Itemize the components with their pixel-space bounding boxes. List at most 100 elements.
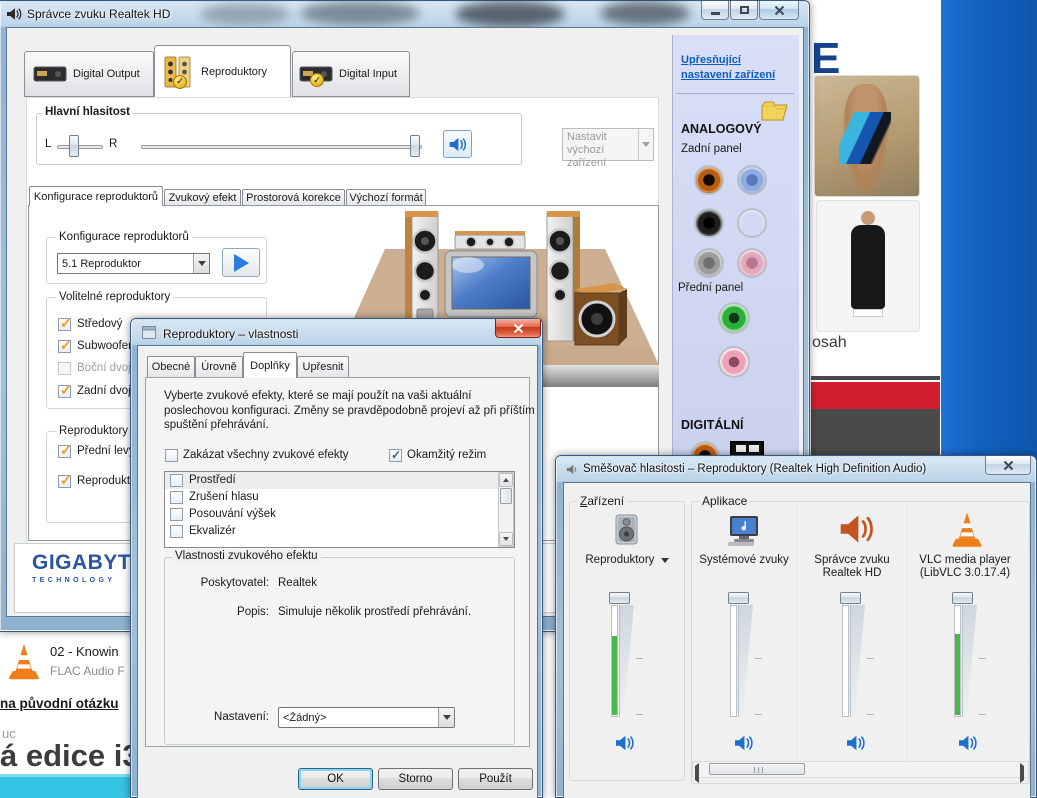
mixer-close-button[interactable] [985, 456, 1031, 475]
slider-tick [636, 658, 643, 659]
volume-slider-thumb[interactable] [840, 592, 861, 604]
folder-icon[interactable] [760, 100, 790, 122]
effect-label[interactable]: Prostředí [189, 474, 236, 486]
jack-front-pink[interactable] [720, 348, 748, 376]
apps-scrollbar[interactable] [692, 761, 1029, 783]
scroll-down-button[interactable] [499, 532, 513, 546]
disable-all-effects-label[interactable]: Zakázat všechny zvukové efekty [183, 449, 349, 461]
volume-slider-thumb[interactable] [609, 592, 630, 604]
effect-checkbox[interactable] [170, 491, 183, 504]
device-tab-digital-output[interactable]: Digital Output [24, 51, 154, 97]
effect-label[interactable]: Zrušení hlasu [189, 491, 259, 503]
device-name[interactable]: Reproduktory [585, 554, 654, 566]
jack-rear-black[interactable] [696, 210, 722, 236]
vlc-download-item[interactable]: 02 - Knowin FLAC Audio F [4, 640, 130, 688]
tab-konfigurace-reproduktoru[interactable]: Konfigurace reproduktorů [29, 186, 163, 206]
device-tab-digital-input[interactable]: ✓ Digital Input [292, 51, 410, 97]
column-separator [907, 503, 908, 761]
checkbox-reproduktor[interactable]: ✓ [58, 472, 72, 488]
figure-head [861, 211, 875, 225]
main-volume-slider-track[interactable] [141, 145, 422, 149]
checkbox-predni-levy[interactable]: ✓ [58, 442, 72, 458]
set-default-dropdown-segment[interactable] [638, 129, 653, 160]
effect-label[interactable]: Posouvání výšek [189, 508, 276, 520]
test-play-button[interactable] [222, 248, 260, 277]
minimize-button[interactable] [701, 1, 729, 20]
jack-rear-blue[interactable] [739, 167, 765, 193]
tab-prostorova-korekce[interactable]: Prostorová korekce [242, 189, 345, 206]
level-meter [730, 605, 737, 717]
apply-button[interactable]: Použít [458, 768, 533, 790]
close-button[interactable] [759, 1, 799, 20]
list-scrollbar[interactable] [498, 472, 514, 547]
mute-button[interactable] [955, 732, 981, 754]
jack-rear-pink[interactable] [739, 250, 765, 276]
effects-listbox[interactable]: Prostředí Zrušení hlasu Posouvání výšek … [164, 471, 515, 548]
list-item[interactable]: Posouvání výšek [165, 506, 514, 523]
scrollbar-thumb[interactable] [500, 488, 512, 504]
effect-checkbox[interactable] [170, 474, 183, 487]
product-photo-1[interactable] [814, 75, 920, 197]
list-item[interactable]: Zrušení hlasu [165, 489, 514, 506]
scroll-up-button[interactable] [499, 473, 513, 487]
jack-rear-gray[interactable] [696, 250, 722, 276]
mute-button[interactable] [731, 732, 757, 754]
volume-slider-thumb[interactable] [952, 592, 973, 604]
maximize-button[interactable] [730, 1, 758, 20]
setting-select[interactable]: <Žádný> [278, 707, 455, 728]
list-item[interactable]: Ekvalizér [165, 523, 514, 540]
immediate-mode-label[interactable]: Okamžitý režim [407, 449, 486, 461]
scroll-left-button[interactable] [695, 763, 699, 783]
jack-front-green[interactable] [720, 304, 748, 332]
tab-obecne[interactable]: Obecné [147, 356, 195, 377]
download-item-title[interactable]: 02 - Knowin [50, 644, 119, 659]
checkbox-label[interactable]: Subwoofer [77, 340, 132, 352]
effect-checkbox[interactable] [170, 525, 183, 538]
scrollbar-thumb[interactable] [709, 763, 805, 775]
checkbox-label[interactable]: Přední levý [77, 445, 135, 457]
main-volume-slider-thumb[interactable] [410, 135, 420, 157]
dialog-close-button[interactable] [495, 319, 541, 338]
digital-device-icon [33, 63, 67, 85]
tab-vychozi-format[interactable]: Výchozí formát [346, 189, 426, 206]
checkbox-zadni-dvojice[interactable]: ✓ [58, 382, 72, 398]
immediate-mode-checkbox[interactable]: ✓ [389, 448, 402, 462]
ok-button[interactable]: OK [298, 768, 373, 790]
jack-rear-orange[interactable] [696, 167, 722, 193]
scroll-right-button[interactable] [1020, 763, 1024, 783]
background-link-fragment[interactable]: na původní otázku [0, 696, 130, 711]
checkbox-label[interactable]: Středový [77, 318, 122, 330]
device-tab-reproduktory[interactable]: ✓ Reproduktory [154, 45, 291, 97]
speaker-config-select[interactable]: 5.1 Reproduktor [57, 253, 210, 274]
advanced-settings-link[interactable]: Upřesňující nastavení zařízení [681, 53, 789, 83]
balance-slider-thumb[interactable] [69, 135, 79, 157]
chevron-down-icon[interactable] [438, 708, 454, 727]
mute-button[interactable] [612, 732, 638, 754]
device-column-label[interactable]: Reproduktory [569, 554, 685, 567]
effect-properties-group-label: Vlastnosti zvukového efektu [172, 550, 321, 562]
chevron-down-icon[interactable] [193, 254, 209, 273]
tab-upresnit[interactable]: Upřesnit [297, 356, 349, 377]
checkbox-label[interactable]: Reprodukt [77, 475, 130, 487]
product-photo-2[interactable] [816, 200, 920, 332]
tab-zvukovy-efekt[interactable]: Zvukový efekt [164, 189, 241, 206]
set-default-device-button[interactable]: Nastavit výchozí zařízení [562, 128, 654, 169]
cancel-button[interactable]: Storno [378, 768, 453, 790]
checkbox-label[interactable]: Zadní dvoji [77, 385, 133, 397]
jack-rear-green[interactable] [739, 210, 765, 236]
mute-button[interactable] [843, 732, 869, 754]
minimize-icon [710, 11, 720, 15]
balance-slider-track[interactable] [57, 145, 103, 149]
disable-all-effects-checkbox[interactable] [165, 449, 178, 462]
effect-label[interactable]: Ekvalizér [189, 525, 236, 537]
volume-slider-thumb[interactable] [728, 592, 749, 604]
checkbox-subwoofer[interactable]: ✓ [58, 337, 72, 353]
play-icon [233, 253, 249, 272]
mute-toggle-button[interactable] [443, 130, 472, 158]
app-column-label: VLC media player (LibVLC 3.0.17.4) [919, 554, 1011, 579]
tab-urovne[interactable]: Úrovně [195, 356, 243, 377]
list-item[interactable]: Prostředí [165, 472, 514, 489]
effect-checkbox[interactable] [170, 508, 183, 521]
tab-doplnky[interactable]: Doplňky [243, 352, 297, 378]
checkbox-stredovy[interactable]: ✓ [58, 315, 72, 331]
